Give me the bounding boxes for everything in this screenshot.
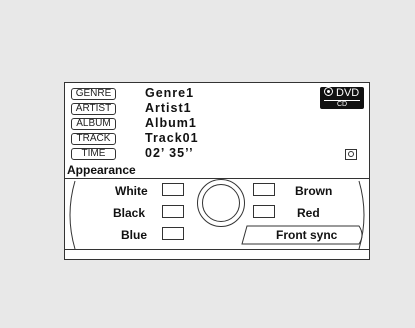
source-main-label: DVD (336, 87, 360, 99)
front-sync-label: Front sync (276, 228, 338, 242)
color-swatch-black[interactable] (162, 205, 184, 218)
color-label-red: Red (297, 206, 320, 220)
track-value: Track01 (145, 131, 199, 145)
genre-value: Genre1 (145, 86, 195, 100)
dvd-source-badge: DVD CD (320, 87, 364, 109)
disc-icon (324, 87, 333, 96)
album-value: Album1 (145, 116, 197, 130)
color-swatch-brown[interactable] (253, 183, 275, 196)
appearance-title: Appearance (67, 163, 136, 177)
color-swatch-red[interactable] (253, 205, 275, 218)
genre-tag[interactable]: GENRE (71, 88, 116, 100)
color-label-black: Black (113, 206, 146, 220)
track-tag[interactable]: TRACK (71, 133, 116, 145)
artist-value: Artist1 (145, 101, 192, 115)
color-label-blue: Blue (121, 228, 148, 242)
time-value: 02’ 35’’ (145, 146, 194, 160)
color-label-brown: Brown (295, 184, 333, 198)
album-tag[interactable]: ALBUM (71, 118, 116, 130)
artist-tag[interactable]: ARTIST (71, 103, 116, 115)
selection-dial[interactable] (197, 179, 245, 227)
color-swatch-blue[interactable] (162, 227, 184, 240)
color-label-white: White (115, 184, 148, 198)
camera-icon (345, 149, 357, 160)
audio-display-screen: GENRE Genre1 ARTIST Artist1 ALBUM Album1… (64, 82, 370, 260)
time-tag[interactable]: TIME (71, 148, 116, 160)
source-sub-label: CD (324, 100, 360, 109)
bottom-divider (65, 249, 369, 250)
color-swatch-white[interactable] (162, 183, 184, 196)
